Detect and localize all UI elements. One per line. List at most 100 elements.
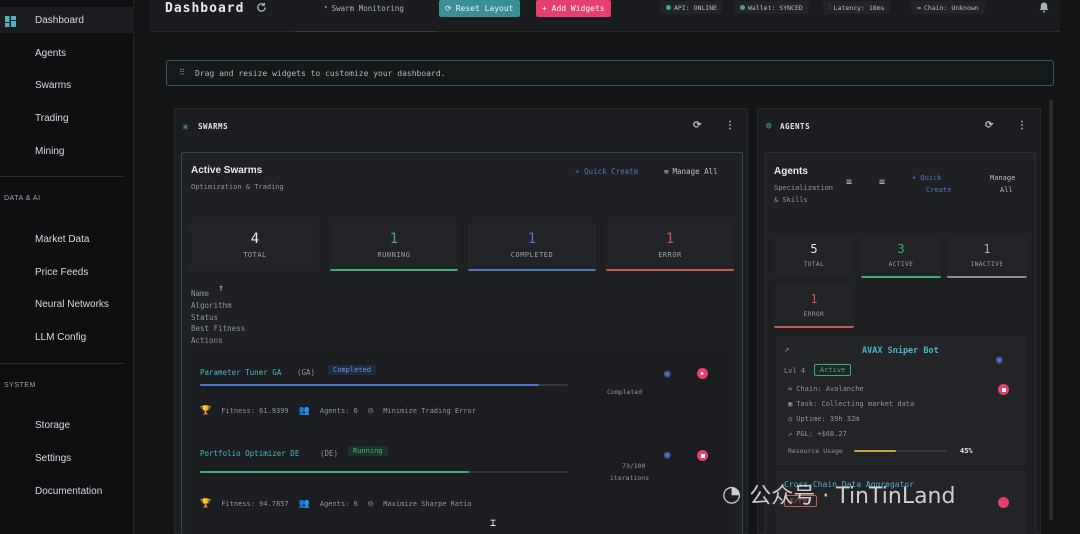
agents-card: Agents Specialization & Skills ≡ ≡ + Qui… bbox=[765, 152, 1036, 534]
manage-all-button[interactable]: Manage bbox=[990, 174, 1015, 182]
eye-icon[interactable]: ◉ bbox=[664, 448, 671, 461]
sidebar-item-market-data[interactable]: Market Data bbox=[0, 226, 134, 252]
header: Dashboard ▾ Swarm Monitoring ⟳ Reset Layo… bbox=[150, 0, 1060, 32]
widget-title: AGENTS bbox=[780, 122, 811, 131]
column-status[interactable]: Status bbox=[191, 313, 218, 322]
status-latency-label: Latency: 18ms bbox=[833, 3, 885, 12]
agent-uptime-row: ◷ Uptime: 39h 32m bbox=[788, 415, 859, 423]
agent-task: Task: Collecting market data bbox=[796, 400, 915, 408]
quick-create-button[interactable]: Create bbox=[926, 186, 951, 194]
sidebar-item-storage[interactable]: Storage bbox=[0, 412, 134, 438]
column-algorithm[interactable]: Algorithm bbox=[191, 301, 232, 310]
bell-icon[interactable] bbox=[1039, 2, 1049, 13]
fitness: Fitness: 94.7857 bbox=[221, 500, 289, 508]
sidebar-item-dashboard[interactable]: Dashboard bbox=[0, 7, 134, 33]
stop-icon[interactable] bbox=[998, 497, 1009, 508]
column-name[interactable]: Name bbox=[191, 289, 209, 298]
trend-icon: ↗ bbox=[788, 430, 793, 438]
sidebar-item-label: Market Data bbox=[35, 233, 90, 245]
stat-label: ERROR bbox=[658, 251, 682, 259]
sidebar: Dashboard Agents Swarms Trading Mining D… bbox=[0, 0, 134, 534]
sidebar-item-mining[interactable]: Mining bbox=[0, 138, 134, 164]
quick-create-button[interactable]: + Quick bbox=[912, 174, 942, 182]
reset-layout-button[interactable]: ⟳ Reset Layout bbox=[439, 0, 520, 17]
stop-icon[interactable] bbox=[697, 450, 708, 461]
sort-icon[interactable]: ≡ bbox=[879, 177, 885, 188]
sidebar-item-trading[interactable]: Trading bbox=[0, 105, 134, 131]
filter-icon[interactable]: ≡ bbox=[846, 177, 852, 188]
stat-label: ACTIVE bbox=[888, 261, 914, 268]
more-vert-icon[interactable]: ⋮ bbox=[725, 120, 736, 131]
reset-layout-label: Reset Layout bbox=[455, 4, 514, 13]
progress-text: Completed bbox=[607, 388, 643, 396]
agent-card[interactable]: ↗ AVAX Sniper Bot ◉ Lvl 4 Active ∞ Chain:… bbox=[775, 337, 1026, 465]
refresh-icon[interactable] bbox=[256, 2, 267, 13]
sidebar-item-llm-config[interactable]: LLM Config bbox=[0, 324, 134, 350]
quick-create-button[interactable]: + Quick Create bbox=[575, 167, 638, 176]
sidebar-item-price-feeds[interactable]: Price Feeds bbox=[0, 259, 134, 285]
stat-value: 1 bbox=[527, 231, 537, 247]
sidebar-item-label: LLM Config bbox=[35, 331, 87, 343]
agents-widget-header[interactable]: ◎ AGENTS ⟳ ⋮ bbox=[758, 109, 1040, 145]
agent-chain: Chain: Avalanche bbox=[796, 385, 864, 393]
sidebar-item-swarms[interactable]: Swarms bbox=[0, 72, 134, 98]
widget-title: SWARMS bbox=[198, 122, 229, 131]
manage-all-button[interactable]: All bbox=[1000, 186, 1013, 194]
sidebar-item-label: Agents bbox=[35, 47, 67, 59]
sidebar-item-agents[interactable]: Agents bbox=[0, 40, 134, 66]
status-wallet: Wallet: SYNCED bbox=[734, 1, 809, 14]
stat-error: 1 ERROR bbox=[774, 286, 854, 328]
sidebar-item-label: Trading bbox=[35, 112, 69, 124]
divider bbox=[0, 363, 124, 364]
agent-name[interactable]: AVAX Sniper Bot bbox=[862, 346, 939, 356]
manage-all-button[interactable]: ≡ Manage All bbox=[664, 167, 718, 176]
sidebar-item-documentation[interactable]: Documentation bbox=[0, 478, 134, 504]
swarm-name[interactable]: Portfolio Optimizer DE bbox=[200, 449, 299, 458]
row-meta: 🏆 Fitness: 61.9399 👥 Agents: 6 ◎ Minimize T… bbox=[200, 406, 476, 416]
swarm-icon: ✳ bbox=[182, 120, 190, 133]
sidebar-item-settings[interactable]: Settings bbox=[0, 445, 134, 471]
scrollbar[interactable] bbox=[1049, 100, 1053, 520]
swarm-monitoring-select[interactable]: ▾ Swarm Monitoring bbox=[324, 4, 404, 13]
people-icon: 👥 bbox=[298, 406, 310, 416]
swarms-widget-header[interactable]: ✳ SWARMS ⟳ ⋮ bbox=[175, 109, 747, 145]
refresh-icon[interactable]: ⟳ bbox=[985, 120, 994, 131]
card-subtitle: Specialization bbox=[774, 184, 834, 192]
stop-icon[interactable] bbox=[998, 384, 1009, 395]
list-icon: ≡ bbox=[664, 167, 669, 176]
resource-percent: 45% bbox=[960, 447, 973, 455]
stat-value: 1 bbox=[389, 231, 399, 247]
manage-all-label: Manage All bbox=[672, 167, 718, 176]
progress-bar bbox=[200, 384, 568, 386]
divider bbox=[0, 176, 124, 177]
refresh-icon[interactable]: ⟳ bbox=[693, 120, 702, 131]
latency-icon: ⫶ bbox=[829, 3, 831, 11]
page-title: Dashboard bbox=[165, 1, 245, 16]
trophy-icon: 🏆 bbox=[200, 406, 212, 416]
drag-handle-icon: ⠿ bbox=[179, 68, 185, 77]
play-icon[interactable]: ▶ bbox=[697, 368, 708, 379]
status-api-label: API: ONLINE bbox=[674, 3, 718, 12]
column-actions[interactable]: Actions bbox=[191, 336, 223, 345]
stop-glyph bbox=[1001, 387, 1006, 392]
add-widgets-button[interactable]: + Add Widgets bbox=[536, 0, 611, 17]
eye-icon[interactable]: ◉ bbox=[996, 353, 1003, 366]
agents-count: Agents: 6 bbox=[319, 500, 358, 508]
progress-fill bbox=[200, 384, 539, 386]
sidebar-item-label: Dashboard bbox=[35, 14, 84, 26]
eye-icon[interactable]: ◉ bbox=[664, 367, 671, 380]
agent-uptime: Uptime: 39h 32m bbox=[796, 415, 860, 423]
progress-bar bbox=[200, 471, 568, 473]
swarm-monitoring-label: Swarm Monitoring bbox=[331, 4, 404, 13]
status-dot bbox=[740, 5, 745, 10]
column-best-fitness[interactable]: Best Fitness bbox=[191, 324, 245, 333]
stat-active: 3 ACTIVE bbox=[861, 236, 941, 278]
more-vert-icon[interactable]: ⋮ bbox=[1017, 120, 1028, 131]
sidebar-item-neural-networks[interactable]: Neural Networks bbox=[0, 291, 134, 317]
stat-error: 1 ERROR bbox=[606, 223, 734, 271]
sort-arrow-up-icon[interactable]: ↑ bbox=[218, 283, 224, 294]
agent-pnl-row: ↗ P&L: +$68.27 bbox=[788, 430, 847, 438]
select-underline bbox=[295, 31, 435, 32]
trophy-icon: 🏆 bbox=[200, 499, 212, 509]
swarm-name[interactable]: Parameter Tuner GA bbox=[200, 368, 281, 377]
